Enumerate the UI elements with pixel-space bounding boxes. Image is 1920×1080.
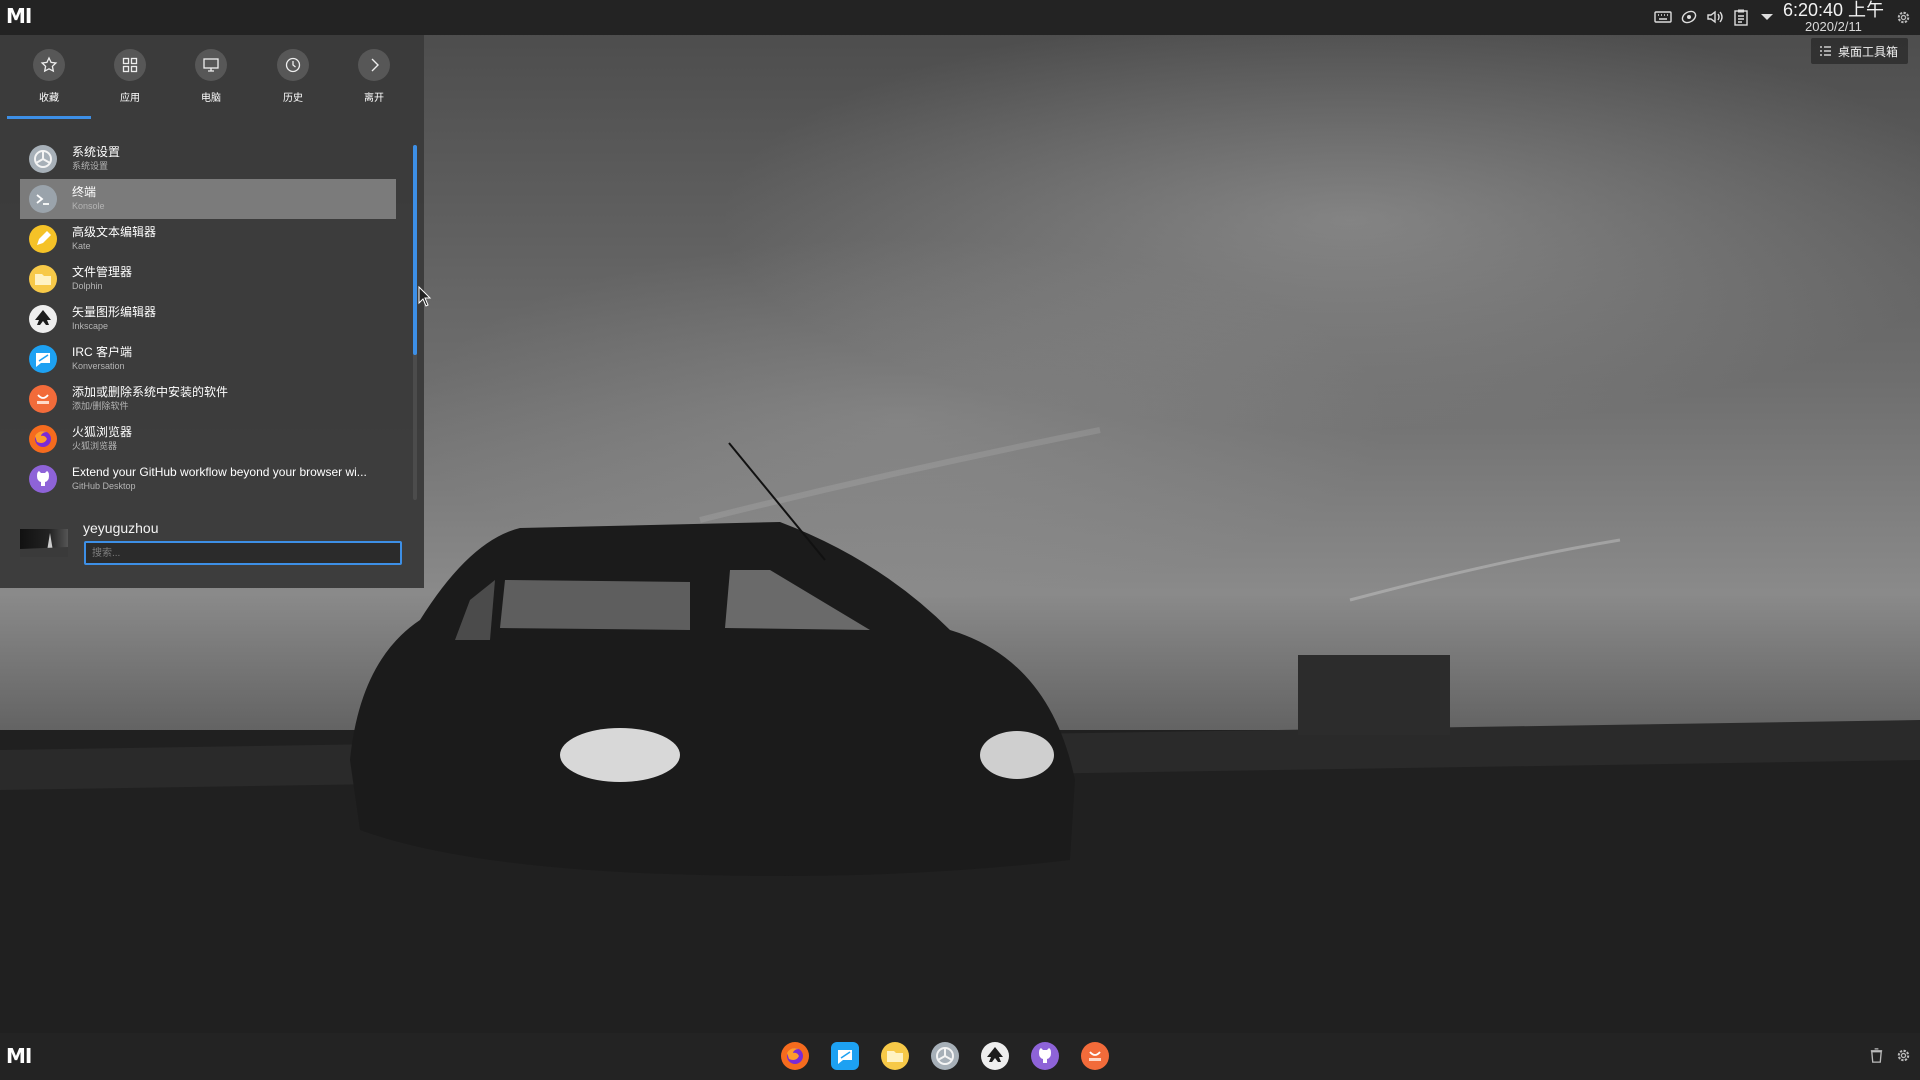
firefox-icon[interactable]	[780, 1041, 810, 1071]
panel-settings-gear-icon[interactable]	[1895, 9, 1912, 26]
terminal-icon	[28, 184, 58, 214]
app-subtitle: Konsole	[72, 200, 105, 211]
settings-icon	[28, 144, 58, 174]
tab-applications[interactable]: 应用	[100, 49, 160, 104]
app-name: 火狐浏览器	[72, 426, 133, 440]
clock-date: 2020/2/11	[1805, 19, 1862, 34]
mi-logo-menu-button[interactable]: MI	[2, 6, 32, 26]
expand-arrow-icon[interactable]	[1758, 8, 1776, 26]
app-subtitle: Konversation	[72, 360, 125, 371]
tab-label: 历史	[283, 93, 303, 104]
grid-icon	[122, 57, 138, 73]
shop-icon	[28, 384, 58, 414]
search-input[interactable]	[84, 541, 402, 565]
bottom-panel: MI	[0, 1033, 1920, 1080]
app-name: 矢量图形编辑器	[72, 306, 157, 320]
scrollbar-thumb[interactable]	[413, 145, 417, 355]
network-icon[interactable]	[1680, 8, 1698, 26]
app-subtitle: 火狐浏览器	[72, 440, 118, 451]
tab-computer[interactable]: 电脑	[181, 49, 241, 104]
pencil-icon	[28, 224, 58, 254]
app-name: Extend your GitHub workflow beyond your …	[72, 466, 367, 480]
list-item[interactable]: 火狐浏览器 火狐浏览器	[20, 419, 396, 459]
app-name: 系统设置	[72, 146, 121, 160]
avatar[interactable]	[20, 529, 68, 557]
app-name: 添加或删除系统中安装的软件	[72, 386, 229, 400]
list-item[interactable]: 添加或删除系统中安装的软件 添加/删除软件	[20, 379, 396, 419]
app-subtitle: 系统设置	[72, 160, 109, 171]
volume-icon[interactable]	[1706, 8, 1724, 26]
username: yeyuguzhou	[83, 520, 159, 536]
list-item-selected[interactable]: 终端 Konsole	[20, 179, 396, 219]
user-area: yeyuguzhou	[0, 515, 424, 585]
app-name: IRC 客户端	[72, 346, 133, 360]
list-item[interactable]: IRC 客户端 Konversation	[20, 339, 396, 379]
chevron-right-icon	[371, 58, 379, 72]
app-name: 终端	[72, 186, 97, 200]
tab-label: 电脑	[201, 93, 221, 104]
tab-label: 收藏	[39, 93, 59, 104]
mouse-cursor-icon	[418, 286, 432, 307]
tab-leave[interactable]: 离开	[344, 49, 404, 104]
inkscape-icon	[28, 304, 58, 334]
app-subtitle: Kate	[72, 240, 91, 251]
app-name: 文件管理器	[72, 266, 133, 280]
application-launcher: 收藏 应用 电脑 历史 离开 系统设置 系统设置 终端 Konsole 高级文本…	[0, 35, 424, 588]
monitor-icon	[203, 58, 219, 72]
desktop-toolbox-label: 桌面工具箱	[1837, 44, 1898, 59]
active-tab-indicator	[7, 116, 91, 119]
list-icon	[1819, 46, 1831, 56]
system-tray	[1654, 8, 1776, 26]
folder-icon	[28, 264, 58, 294]
tab-history[interactable]: 历史	[263, 49, 323, 104]
top-panel: MI 6:20:40 上午 2020/2/11	[0, 0, 1920, 35]
gear-icon[interactable]	[1895, 1047, 1912, 1064]
firefox-icon	[28, 424, 58, 454]
list-item[interactable]: 系统设置 系统设置	[20, 139, 396, 179]
list-item[interactable]: 高级文本编辑器 Kate	[20, 219, 396, 259]
favorites-list: 系统设置 系统设置 终端 Konsole 高级文本编辑器 Kate 文件管理器 Dolp…	[20, 139, 396, 499]
app-subtitle: GitHub Desktop	[72, 480, 136, 491]
app-subtitle: Dolphin	[72, 280, 103, 291]
launcher-tab-bar: 收藏 应用 电脑 历史 离开	[0, 35, 424, 121]
folder-icon[interactable]	[880, 1041, 910, 1071]
clock-icon	[285, 57, 301, 73]
clipboard-icon[interactable]	[1732, 8, 1750, 26]
tab-label: 应用	[120, 93, 140, 104]
list-item[interactable]: 文件管理器 Dolphin	[20, 259, 396, 299]
digital-clock[interactable]: 6:20:40 上午 2020/2/11	[1783, 1, 1884, 33]
github-icon[interactable]	[1030, 1041, 1060, 1071]
keyboard-icon[interactable]	[1654, 8, 1672, 26]
chat-icon[interactable]	[830, 1041, 860, 1071]
trash-icon[interactable]	[1868, 1047, 1885, 1064]
clock-time: 6:20:40 上午	[1782, 0, 1884, 20]
app-subtitle: 添加/删除软件	[72, 400, 129, 411]
list-scrollbar[interactable]	[413, 145, 417, 500]
inkscape-icon[interactable]	[980, 1041, 1010, 1071]
star-icon	[40, 56, 58, 73]
app-name: 高级文本编辑器	[72, 226, 157, 240]
shop-icon[interactable]	[1080, 1041, 1110, 1071]
settings-icon[interactable]	[930, 1041, 960, 1071]
list-item[interactable]: 矢量图形编辑器 Inkscape	[20, 299, 396, 339]
mi-logo-launcher-button[interactable]: MI	[2, 1046, 32, 1066]
tab-favorites[interactable]: 收藏	[19, 49, 79, 104]
app-subtitle: Inkscape	[72, 320, 109, 331]
chat-icon	[28, 344, 58, 374]
list-item[interactable]: Extend your GitHub workflow beyond your …	[20, 459, 396, 499]
desktop-toolbox-button[interactable]: 桌面工具箱	[1810, 38, 1908, 64]
tab-label: 离开	[364, 93, 384, 104]
task-manager-dock	[780, 1041, 1110, 1073]
bottom-tray	[1868, 1047, 1912, 1064]
github-icon	[28, 464, 58, 494]
